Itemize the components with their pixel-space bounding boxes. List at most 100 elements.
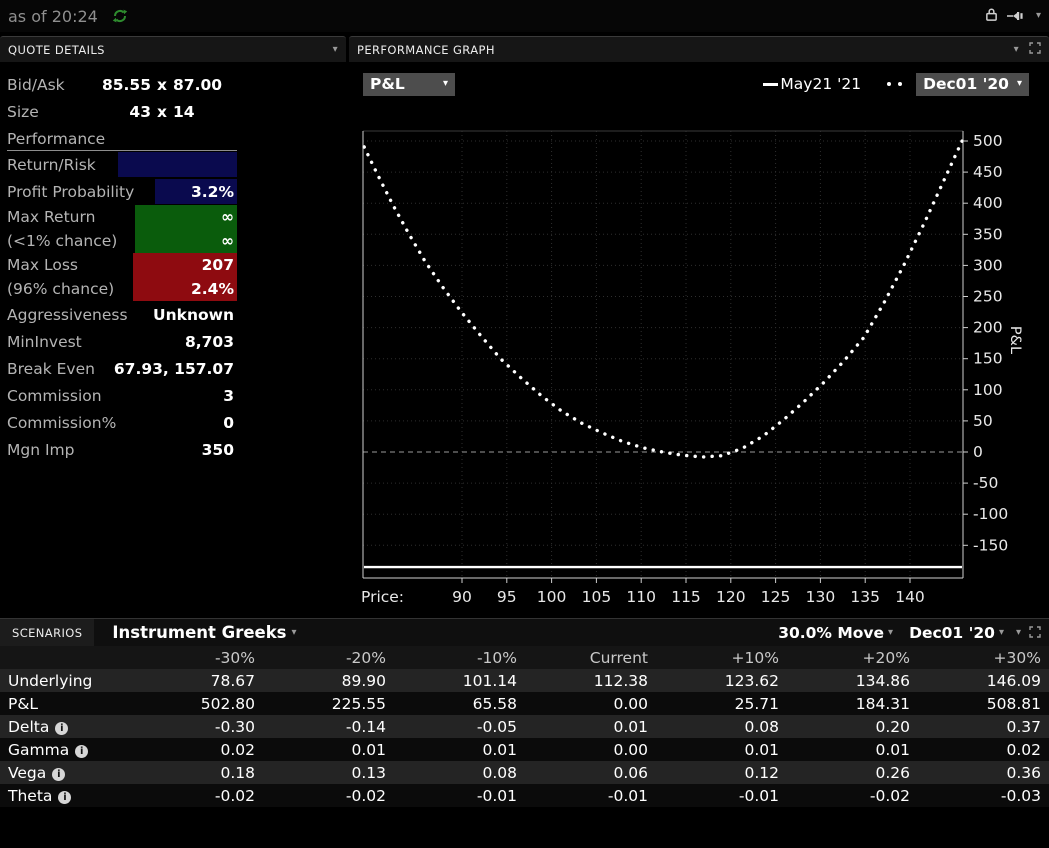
scenario-column-header: +30% — [918, 646, 1049, 669]
scenario-view-dropdown-value: Instrument Greeks — [112, 623, 286, 642]
scenario-cell: 0.01 — [394, 738, 525, 761]
bid-ask-separator: x — [151, 76, 173, 94]
scenarios-header: SCENARIOS Instrument Greeks ▾ 30.0% Move… — [0, 618, 1049, 646]
scenario-cell: 0.37 — [918, 715, 1049, 738]
scenario-cell: -0.01 — [656, 784, 787, 807]
scenario-cell: 123.62 — [656, 669, 787, 692]
quote-details-header: QUOTE DETAILS ▾ — [0, 36, 346, 62]
svg-text:130: 130 — [806, 588, 836, 606]
metric-dropdown-caret-icon: ▾ — [443, 79, 448, 89]
quote-metric-row: Break Even67.93, 157.07 — [7, 355, 237, 382]
quote-details-menu-caret-icon[interactable]: ▾ — [333, 45, 338, 55]
svg-text:140: 140 — [895, 588, 925, 606]
svg-text:-50: -50 — [973, 474, 998, 492]
scenario-cell: 0.12 — [656, 761, 787, 784]
quote-metric-value: 8,703 — [82, 333, 237, 351]
scenario-view-caret-icon: ▾ — [292, 628, 297, 638]
top-bar: as of 20:24 — [0, 0, 1049, 32]
scenario-row-delta: Deltai-0.30-0.14-0.050.010.080.200.37 — [0, 715, 1049, 738]
info-icon[interactable]: i — [75, 745, 88, 758]
svg-text:0: 0 — [973, 443, 983, 461]
quote-metric-label: Profit Probability — [7, 183, 134, 201]
scenario-column-header: +10% — [656, 646, 787, 669]
scenario-view-dropdown[interactable]: Instrument Greeks ▾ — [112, 623, 296, 642]
scenario-row-label: Gamma — [8, 741, 69, 759]
size-label: Size — [7, 103, 39, 121]
scenario-cell: -0.14 — [263, 715, 394, 738]
quote-metric-row: (<1% chance)∞ — [7, 229, 237, 253]
as-of-timestamp: as of 20:24 — [8, 7, 98, 26]
svg-text:450: 450 — [973, 163, 1003, 181]
performance-graph-menu-caret-icon[interactable]: ▾ — [1014, 45, 1019, 55]
quote-metric-row: Max Return∞ — [7, 205, 237, 229]
svg-text:150: 150 — [973, 350, 1003, 368]
svg-text:P&L: P&L — [1007, 326, 1023, 354]
quote-metric-row: MinInvest8,703 — [7, 328, 237, 355]
ask-size-value: 14 — [173, 103, 237, 121]
info-icon[interactable]: i — [55, 722, 68, 735]
bid-value: 85.55 — [95, 76, 151, 94]
scenario-cell: 65.58 — [394, 692, 525, 715]
scenario-cell: 0.02 — [132, 738, 263, 761]
expiry-dropdown[interactable]: Dec01 '20 ▾ — [916, 73, 1029, 96]
option-analytics-screen: as of 20:24 — [0, 0, 1049, 848]
scenario-date-caret-icon: ▾ — [999, 628, 1004, 638]
quote-metric-label: Mgn Imp — [7, 441, 74, 459]
svg-text:-100: -100 — [973, 505, 1008, 523]
quote-metric-label: Return/Risk — [7, 156, 96, 174]
scenario-date-dropdown[interactable]: Dec01 '20 ▾ — [909, 624, 1004, 642]
info-icon[interactable]: i — [52, 768, 65, 781]
svg-text:100: 100 — [973, 381, 1003, 399]
info-icon[interactable]: i — [58, 791, 71, 804]
performance-metrics-list: Return/RiskProfit Probability3.2%Max Ret… — [7, 151, 346, 463]
svg-text:-150: -150 — [973, 536, 1008, 554]
scenario-row-theta: Thetai-0.02-0.02-0.01-0.01-0.01-0.02-0.0… — [0, 784, 1049, 807]
scenario-row-label: Theta — [8, 787, 52, 805]
quote-details-content: Bid/Ask 85.55 x 87.00 Size 43 x 14 Perfo… — [0, 62, 346, 463]
topbar-menu-caret-icon[interactable]: ▾ — [1036, 11, 1041, 21]
svg-text:115: 115 — [671, 588, 701, 606]
legend-may-series-label: May21 '21 — [780, 75, 861, 93]
scenario-cell: 0.01 — [263, 738, 394, 761]
quote-metric-label: (96% chance) — [7, 280, 114, 298]
scenario-cell: 0.01 — [787, 738, 918, 761]
quote-metric-label: Break Even — [7, 360, 95, 378]
quote-metric-label: MinInvest — [7, 333, 82, 351]
scenarios-menu-caret-icon[interactable]: ▾ — [1016, 628, 1021, 638]
expiry-dropdown-caret-icon: ▾ — [1017, 79, 1022, 89]
svg-text:50: 50 — [973, 412, 993, 430]
svg-text:135: 135 — [850, 588, 880, 606]
scenario-column-header: -30% — [132, 646, 263, 669]
scenario-cell: 0.01 — [656, 738, 787, 761]
pin-icon[interactable] — [1007, 7, 1027, 26]
quote-metric-label: Max Return — [7, 208, 95, 226]
scenario-cell: -0.03 — [918, 784, 1049, 807]
quote-metric-value: 67.93, 157.07 — [95, 360, 237, 378]
performance-graph-header: PERFORMANCE GRAPH ▾ — [349, 36, 1049, 62]
lock-icon[interactable] — [985, 7, 998, 26]
refresh-icon[interactable] — [112, 8, 128, 24]
scenarios-table-header-row: -30%-20%-10%Current+10%+20%+30% — [0, 646, 1049, 669]
quote-metric-label: Commission% — [7, 414, 116, 432]
scenario-cell: 25.71 — [656, 692, 787, 715]
scenario-cell: 502.80 — [132, 692, 263, 715]
move-size-caret-icon: ▾ — [888, 628, 893, 638]
move-size-dropdown[interactable]: 30.0% Move ▾ — [778, 624, 893, 642]
legend-line-marker — [763, 83, 778, 86]
scenarios-expand-icon[interactable] — [1029, 623, 1041, 642]
expand-icon[interactable] — [1029, 42, 1041, 57]
svg-text:90: 90 — [452, 588, 472, 606]
quote-metric-row: Mgn Imp350 — [7, 436, 237, 463]
scenario-column-header: -20% — [263, 646, 394, 669]
bid-ask-label: Bid/Ask — [7, 76, 65, 94]
scenario-cell: 0.06 — [525, 761, 656, 784]
scenario-row-label: Delta — [8, 718, 49, 736]
svg-text:120: 120 — [716, 588, 746, 606]
scenario-cell: 112.38 — [525, 669, 656, 692]
scenario-cell: -0.02 — [263, 784, 394, 807]
quote-metric-row: Max Loss207 — [7, 253, 237, 277]
scenario-cell: 0.08 — [656, 715, 787, 738]
scenario-cell: 89.90 — [263, 669, 394, 692]
metric-dropdown[interactable]: P&L ▾ — [363, 73, 455, 96]
scenario-cell: 184.31 — [787, 692, 918, 715]
